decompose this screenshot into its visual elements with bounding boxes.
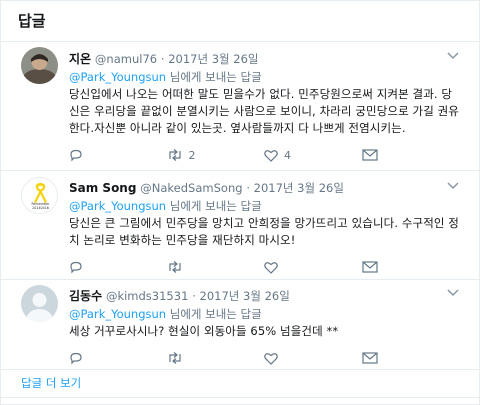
reply-to-suffix: 님에게 보내는 답글 — [166, 70, 262, 84]
reply-to-suffix: 님에게 보내는 답글 — [166, 199, 262, 213]
reply-button[interactable] — [69, 260, 167, 274]
reply-context: @Park_Youngsun 님에게 보내는 답글 — [69, 306, 459, 322]
replies-title: 답글 — [18, 12, 46, 30]
retweet-icon — [168, 261, 181, 273]
reply-context: @Park_Youngsun 님에게 보내는 답글 — [69, 69, 459, 85]
message-button[interactable] — [361, 352, 460, 364]
chevron-down-icon[interactable] — [447, 288, 459, 298]
retweet-icon — [168, 149, 181, 161]
heart-icon — [264, 261, 278, 274]
tweet-date[interactable]: · 2017년 3월 26일 — [161, 52, 259, 66]
heart-icon — [264, 149, 278, 162]
tweet-actions: 2 4 — [69, 143, 459, 167]
reply-tweet[interactable]: 지온 @namul76 · 2017년 3월 26일 @Park_Youngsu… — [1, 42, 479, 171]
retweet-button[interactable] — [167, 260, 265, 274]
envelope-icon — [361, 352, 378, 364]
retweet-button[interactable] — [167, 351, 265, 365]
reply-icon — [70, 149, 82, 162]
chevron-down-icon[interactable] — [447, 181, 459, 191]
tweet-date[interactable]: · 2017년 3월 26일 — [246, 181, 344, 195]
avatar[interactable]: Remember 20140416 — [21, 177, 58, 214]
tweet-meta: 김동수 @kimds31531 · 2017년 3월 26일 — [69, 280, 459, 304]
chevron-down-icon[interactable] — [447, 51, 459, 61]
like-button[interactable] — [264, 352, 362, 365]
retweet-icon — [168, 352, 181, 364]
reply-tweet[interactable]: Remember 20140416 Sam Song @NakedSamSong… — [1, 171, 479, 280]
replies-panel: 답글 지온 @namul76 · 2017년 3월 26일 @Park_Youn… — [0, 0, 480, 405]
message-button[interactable] — [361, 261, 460, 273]
author-name[interactable]: 지온 — [69, 52, 91, 66]
tweet-meta: 지온 @namul76 · 2017년 3월 26일 — [69, 42, 459, 67]
like-button[interactable] — [264, 261, 362, 274]
author-handle[interactable]: @NakedSamSong — [140, 181, 242, 195]
like-count: 4 — [284, 148, 291, 162]
tweet-text: 세상 거꾸로사시나? 현실이 외동아들 65% 넘을건데 ** — [69, 324, 339, 338]
reply-icon — [70, 261, 82, 274]
reply-button[interactable] — [69, 148, 167, 162]
reply-to-suffix: 님에게 보내는 답글 — [166, 307, 262, 321]
like-button[interactable]: 4 — [264, 149, 362, 162]
author-name[interactable]: 김동수 — [69, 289, 102, 303]
envelope-icon — [361, 261, 378, 273]
tweet-text: 당신입에서 나오는 어떠한 말도 믿을수가 없다. 민주당원으로써 지켜본 결과… — [69, 87, 459, 135]
divider — [1, 397, 480, 398]
retweet-button[interactable]: 2 — [167, 148, 265, 162]
reply-icon — [70, 352, 82, 365]
avatar[interactable] — [21, 47, 58, 84]
avatar-caption: Remember 20140416 — [31, 202, 50, 210]
author-name[interactable]: Sam Song — [69, 181, 136, 195]
reply-button[interactable] — [69, 351, 167, 365]
avatar[interactable] — [21, 285, 58, 322]
reply-to-link[interactable]: @Park_Youngsun — [69, 307, 166, 321]
replies-header: 답글 — [1, 1, 479, 42]
reply-to-link[interactable]: @Park_Youngsun — [69, 70, 166, 84]
tweet-actions — [69, 346, 459, 370]
show-more-replies-link[interactable]: 답글 더 보기 — [21, 375, 81, 391]
author-handle[interactable]: @namul76 — [95, 52, 157, 66]
retweet-count: 2 — [188, 148, 196, 162]
heart-icon — [264, 352, 278, 365]
envelope-icon — [361, 149, 378, 161]
message-button[interactable] — [361, 149, 460, 161]
tweet-actions — [69, 255, 459, 279]
reply-context: @Park_Youngsun 님에게 보내는 답글 — [69, 198, 459, 214]
author-handle[interactable]: @kimds31531 — [106, 289, 188, 303]
reply-tweet[interactable]: 김동수 @kimds31531 · 2017년 3월 26일 @Park_You… — [1, 280, 479, 370]
tweet-date[interactable]: · 2017년 3월 26일 — [192, 289, 290, 303]
tweet-text: 당신은 큰 그림에서 민주당을 망치고 안희정을 망가뜨리고 있습니다. 수구적… — [69, 216, 459, 247]
tweet-meta: Sam Song @NakedSamSong · 2017년 3월 26일 — [69, 171, 459, 196]
reply-to-link[interactable]: @Park_Youngsun — [69, 199, 166, 213]
